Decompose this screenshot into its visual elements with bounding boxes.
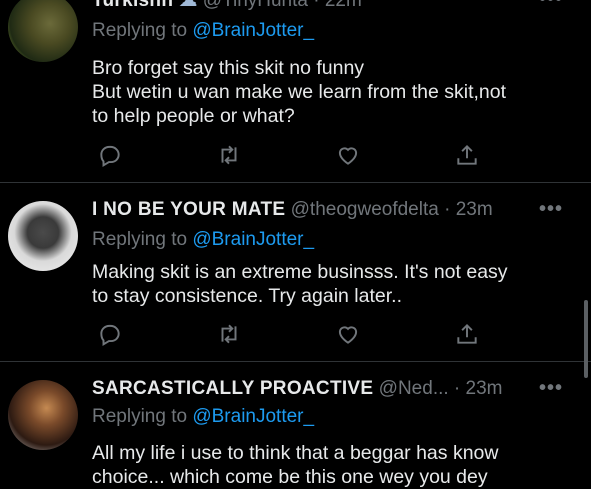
replying-to: Replying to @BrainJotter_	[92, 20, 314, 42]
tweet-header: Turkishh ☁ @TinyHunta · 22m	[92, 0, 362, 12]
scrollbar-thumb[interactable]	[584, 300, 588, 378]
tweet-line: Making skit is an extreme businsss. It's…	[92, 261, 508, 283]
retweet-icon[interactable]	[216, 321, 242, 347]
avatar[interactable]	[8, 0, 78, 62]
tweet-actions	[92, 142, 492, 170]
like-icon[interactable]	[335, 142, 361, 168]
reply-icon[interactable]	[97, 142, 123, 168]
tweet-line: But wetin u wan make we learn from the s…	[92, 81, 507, 103]
tweet-line: All my life i use to think that a beggar…	[92, 442, 499, 464]
share-icon[interactable]	[454, 321, 480, 347]
replying-label: Replying to	[92, 229, 188, 250]
replying-label: Replying to	[92, 20, 188, 41]
handle-time: @TinyHunta · 22m	[202, 0, 362, 11]
divider	[0, 182, 591, 183]
tweet-line: Bro forget say this skit no funny	[92, 57, 365, 79]
tweet-actions	[92, 321, 492, 349]
replying-handle-link[interactable]: @BrainJotter_	[192, 229, 314, 250]
display-name[interactable]: Turkishh	[92, 0, 173, 11]
more-options-button[interactable]: •••	[539, 377, 563, 400]
retweet-icon[interactable]	[216, 142, 242, 168]
tweet-text: All my life i use to think that a beggar…	[92, 441, 562, 489]
handle-time: @Ned... · 23m	[378, 378, 503, 399]
tweet-text: Bro forget say this skit no funny But we…	[92, 56, 562, 128]
more-options-button[interactable]: •••	[539, 0, 563, 11]
replying-to: Replying to @BrainJotter_	[92, 406, 314, 428]
tweet-text: Making skit is an extreme businsss. It's…	[92, 260, 562, 308]
more-options-button[interactable]: •••	[539, 198, 563, 221]
handle-time: @theogweofdelta · 23m	[290, 199, 493, 220]
emoji-icon: ☁	[178, 0, 198, 11]
tweet-line: to stay consistence. Try again later..	[92, 285, 402, 307]
avatar[interactable]	[8, 380, 78, 450]
divider	[0, 361, 591, 362]
display-name[interactable]: SARCASTICALLY PROACTIVE	[92, 378, 373, 399]
share-icon[interactable]	[454, 142, 480, 168]
tweet-line: choice... which come be this one wey you…	[92, 466, 488, 488]
tweet-header: I NO BE YOUR MATE @theogweofdelta · 23m	[92, 199, 493, 221]
replying-label: Replying to	[92, 406, 188, 427]
like-icon[interactable]	[335, 321, 361, 347]
avatar[interactable]	[8, 201, 78, 271]
tweet-line: to help people or what?	[92, 105, 295, 127]
replying-to: Replying to @BrainJotter_	[92, 229, 314, 251]
tweet-header: SARCASTICALLY PROACTIVE @Ned... · 23m	[92, 378, 503, 400]
replying-handle-link[interactable]: @BrainJotter_	[192, 20, 314, 41]
reply-icon[interactable]	[97, 321, 123, 347]
replying-handle-link[interactable]: @BrainJotter_	[192, 406, 314, 427]
display-name[interactable]: I NO BE YOUR MATE	[92, 199, 285, 220]
